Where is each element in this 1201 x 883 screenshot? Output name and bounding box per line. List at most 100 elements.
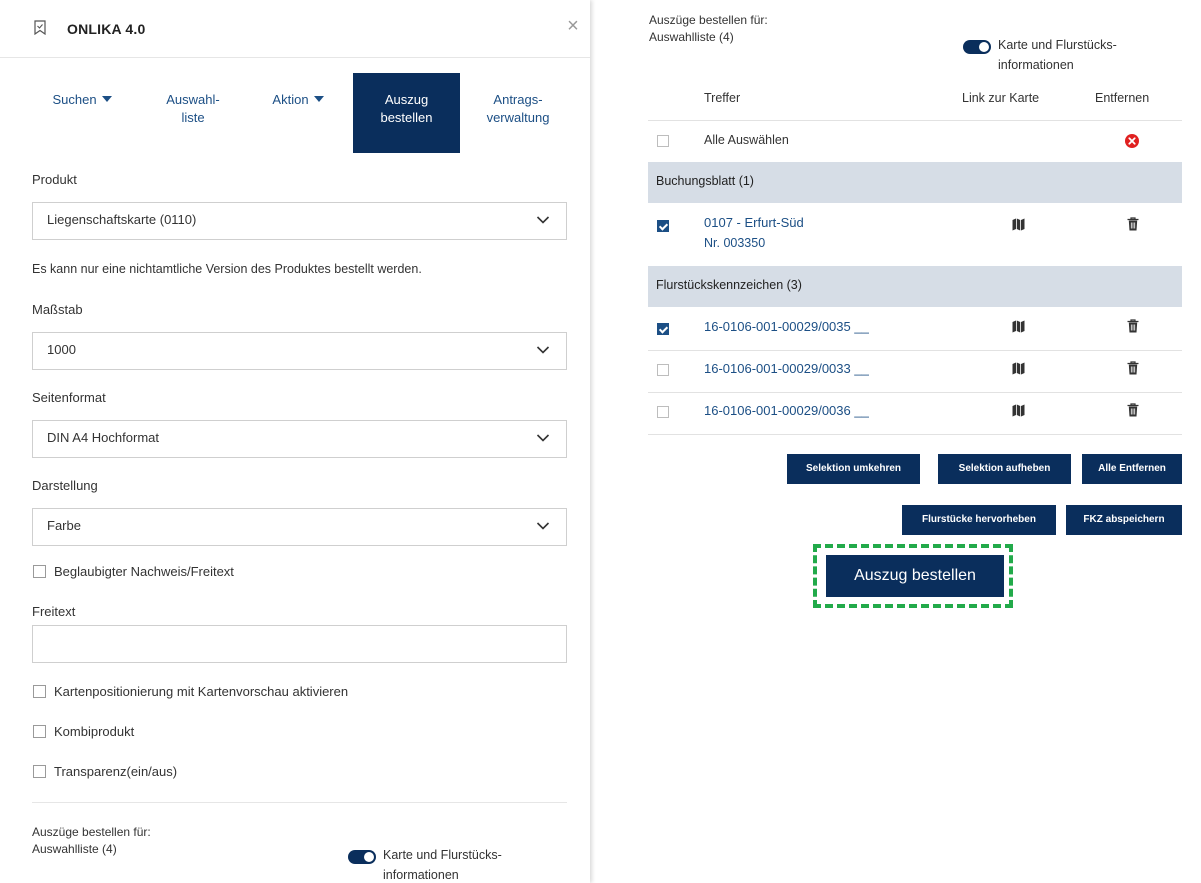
product-label: Produkt: [32, 172, 77, 187]
product-select-value: Liegenschaftskarte (0110): [47, 212, 197, 227]
map-icon[interactable]: [1012, 218, 1025, 231]
product-info-text: Es kann nur eine nichtamtliche Version d…: [32, 262, 422, 276]
parcel-checkbox-3[interactable]: [657, 406, 669, 418]
caret-down-icon: [101, 96, 112, 102]
results-toggle-label: Karte und Flurstücks- informationen: [998, 35, 1117, 75]
tab-auswahlliste-line1: Auswahl-: [166, 92, 220, 107]
trash-icon[interactable]: [1127, 403, 1139, 417]
scale-select-value: 1000: [47, 342, 76, 357]
map-icon[interactable]: [1012, 404, 1025, 417]
select-all-checkbox[interactable]: [657, 135, 669, 147]
tab-auszug-line1: Auszug: [384, 92, 429, 107]
display-select[interactable]: Farbe: [32, 508, 567, 546]
toggle-label-line2: informationen: [383, 868, 459, 882]
combo-product-label: Kombiprodukt: [54, 724, 135, 739]
clear-selection-button[interactable]: Selektion aufheben: [938, 454, 1071, 484]
page-format-select[interactable]: DIN A4 Hochformat: [32, 420, 567, 458]
invert-selection-button[interactable]: Selektion umkehren: [787, 454, 920, 484]
booking-item-number: Nr. 003350: [704, 236, 766, 250]
tab-auszug-line2: bestellen: [380, 110, 433, 125]
checkbox-box[interactable]: [33, 685, 46, 698]
freetext-label: Freitext: [32, 604, 76, 619]
map-icon[interactable]: [1012, 362, 1025, 375]
chevron-down-icon: [536, 216, 550, 224]
trash-icon[interactable]: [1127, 319, 1139, 333]
toggle-label-line1: Karte und Flurstücks-: [383, 848, 502, 862]
transparency-checkbox[interactable]: Transparenz(ein/aus): [33, 764, 177, 779]
parcel-checkbox-1[interactable]: [657, 323, 669, 335]
booking-item-link[interactable]: 0107 - Erfurt-Süd: [704, 215, 804, 230]
row-divider: [648, 120, 1182, 121]
order-for-text: Auszüge bestellen für: Auswahlliste (4): [32, 824, 151, 858]
tab-auswahlliste[interactable]: Auswahl- liste: [140, 73, 246, 153]
map-info-toggle[interactable]: [348, 850, 376, 864]
booking-item-checkbox[interactable]: [657, 220, 669, 232]
product-select[interactable]: Liegenschaftskarte (0110): [32, 202, 567, 240]
chevron-down-icon: [536, 434, 550, 442]
certified-checkbox[interactable]: Beglaubigter Nachweis/Freitext: [33, 564, 234, 579]
trash-icon[interactable]: [1127, 217, 1139, 231]
save-fkz-button[interactable]: FKZ abspeichern: [1066, 505, 1182, 535]
map-icon[interactable]: [1012, 320, 1025, 333]
parcel-link-3[interactable]: 16-0106-001-00029/0036 __: [704, 403, 869, 418]
tab-auszug-bestellen[interactable]: Auszug bestellen: [353, 73, 460, 153]
group-header-parcels: Flurstückskennzeichen (3): [648, 266, 1182, 307]
display-label: Darstellung: [32, 478, 98, 493]
checkbox-box[interactable]: [33, 765, 46, 778]
row-divider: [648, 434, 1182, 435]
tab-antrags-line2: verwaltung: [486, 110, 550, 125]
bookmark-icon: [34, 20, 46, 35]
map-positioning-label: Kartenpositionierung mit Kartenvorschau …: [54, 684, 349, 699]
parcel-checkbox-2[interactable]: [657, 364, 669, 376]
select-all-label: Alle Auswählen: [704, 133, 789, 147]
results-toggle-line1: Karte und Flurstücks-: [998, 38, 1117, 52]
tab-antragsverwaltung[interactable]: Antrags- verwaltung: [464, 73, 572, 153]
display-select-value: Farbe: [47, 518, 81, 533]
panel-header: ONLIKA 4.0 ×: [0, 0, 590, 58]
order-panel: ONLIKA 4.0 × Suchen Auswahl- liste Aktio…: [0, 0, 590, 883]
map-positioning-checkbox[interactable]: Kartenpositionierung mit Kartenvorschau …: [33, 684, 348, 699]
scale-select[interactable]: 1000: [32, 332, 567, 370]
order-for-line1: Auszüge bestellen für:: [32, 825, 151, 839]
remove-all-icon[interactable]: [1125, 134, 1139, 148]
results-order-for-line1: Auszüge bestellen für:: [649, 13, 768, 27]
caret-down-icon: [313, 96, 324, 102]
close-icon[interactable]: ×: [562, 15, 584, 37]
col-header-hits: Treffer: [704, 91, 741, 105]
certified-label: Beglaubigter Nachweis/Freitext: [54, 564, 234, 579]
col-header-map-link: Link zur Karte: [962, 91, 1040, 105]
parcel-link-2[interactable]: 16-0106-001-00029/0033 __: [704, 361, 869, 376]
tab-antrags-line1: Antrags-: [493, 92, 543, 107]
group-header-booking: Buchungsblatt (1): [648, 162, 1182, 203]
main-nav: Suchen Auswahl- liste Aktion Auszug best…: [32, 73, 572, 153]
parcel-link-1[interactable]: 16-0106-001-00029/0035 __: [704, 319, 869, 334]
chevron-down-icon: [536, 522, 550, 530]
remove-all-button[interactable]: Alle Entfernen: [1082, 454, 1182, 484]
tab-suchen[interactable]: Suchen: [32, 73, 132, 153]
page-format-select-value: DIN A4 Hochformat: [47, 430, 159, 445]
tab-aktion-label: Aktion: [272, 92, 309, 107]
results-order-for-line2: Auswahlliste (4): [649, 30, 734, 44]
highlight-parcels-button[interactable]: Flurstücke hervorheben: [902, 505, 1056, 535]
app-title: ONLIKA 4.0: [67, 21, 146, 37]
trash-icon[interactable]: [1127, 361, 1139, 375]
tab-aktion[interactable]: Aktion: [248, 73, 348, 153]
toggle-label: Karte und Flurstücks- informationen: [383, 845, 502, 883]
results-order-for-text: Auszüge bestellen für: Auswahlliste (4): [649, 12, 768, 46]
col-header-remove: Entfernen: [1095, 91, 1150, 105]
combo-product-checkbox[interactable]: Kombiprodukt: [33, 724, 134, 739]
results-toggle-line2: informationen: [998, 58, 1074, 72]
order-for-line2: Auswahlliste (4): [32, 842, 117, 856]
freetext-input[interactable]: [32, 625, 567, 663]
row-divider: [648, 350, 1182, 351]
divider: [32, 802, 567, 803]
tab-auswahlliste-line2: liste: [181, 110, 205, 125]
checkbox-box[interactable]: [33, 725, 46, 738]
chevron-down-icon: [536, 346, 550, 354]
order-extract-button[interactable]: Auszug bestellen: [826, 555, 1004, 597]
checkbox-box[interactable]: [33, 565, 46, 578]
results-map-info-toggle[interactable]: [963, 40, 991, 54]
page-format-label: Seitenformat: [32, 390, 106, 405]
tab-suchen-label: Suchen: [52, 92, 97, 107]
transparency-label: Transparenz(ein/aus): [54, 764, 178, 779]
